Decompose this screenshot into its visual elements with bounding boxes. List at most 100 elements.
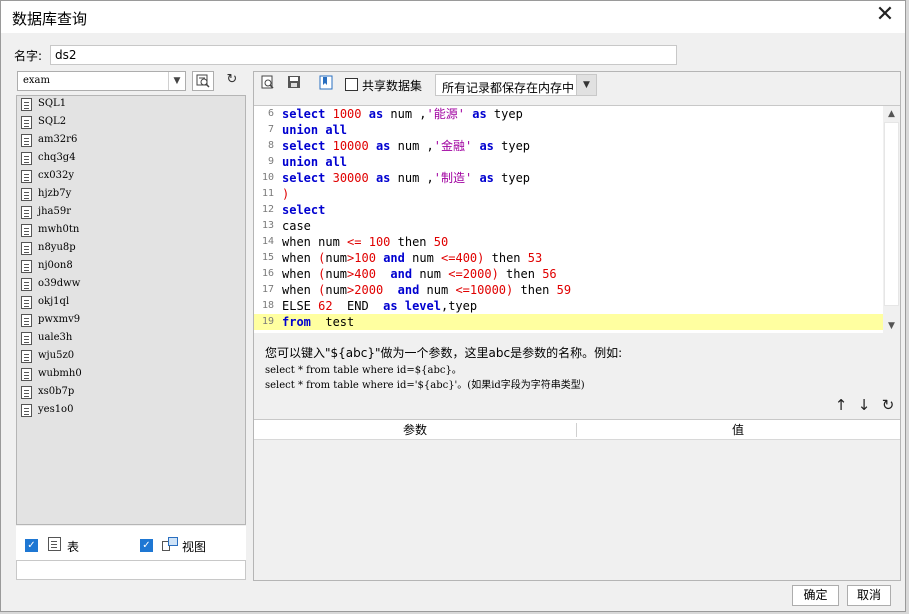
code-line[interactable]: 16 when (num>400 and num <=2000) then 56	[254, 266, 883, 282]
code-line[interactable]: 12 select	[254, 202, 883, 218]
table-icon	[21, 98, 32, 111]
code-token: '金融'	[433, 139, 473, 153]
cancel-button[interactable]: 取消	[847, 585, 891, 606]
code-line[interactable]: 8 select 10000 as num ,'金融' as tyep	[254, 138, 883, 154]
close-icon[interactable]: ✕	[875, 4, 895, 26]
table-list-item[interactable]: hjzb7y	[17, 186, 245, 204]
code-line[interactable]: 9 union all	[254, 154, 883, 170]
database-query-dialog: 数据库查询 ✕ 名字: exam ▼ ↻ SQL1 SQL2 am32r6 chq3g…	[0, 0, 906, 612]
code-line[interactable]: 19 from test	[254, 314, 883, 330]
table-icon	[21, 206, 32, 219]
code-text: case	[282, 218, 311, 234]
chevron-down-icon[interactable]: ▼	[576, 75, 596, 95]
scroll-thumb[interactable]	[884, 122, 899, 306]
table-icon	[21, 404, 32, 417]
search-table-button[interactable]	[192, 71, 214, 91]
preview-button[interactable]	[259, 75, 277, 93]
table-list-item[interactable]: okj1ql	[17, 294, 245, 312]
code-line[interactable]: 6 select 1000 as num ,'能源' as tyep	[254, 106, 883, 122]
scroll-up-icon[interactable]: ▲	[883, 106, 900, 122]
parameter-table: 参数 值	[254, 419, 900, 580]
move-up-icon[interactable]: ↑	[832, 396, 850, 414]
table-name: SQL2	[38, 116, 67, 127]
code-line[interactable]: 17 when (num>2000 and num <=10000) then 5…	[254, 282, 883, 298]
code-text: when (num>400 and num <=2000) then 56	[282, 266, 557, 282]
code-token: select	[282, 107, 326, 121]
table-filter-input[interactable]	[16, 560, 246, 580]
name-input[interactable]	[50, 45, 677, 65]
sql-editor[interactable]: 19 from test 18 ELSE 62 END as level,tyep 17…	[254, 105, 900, 333]
code-token: 100	[354, 251, 376, 265]
object-filter-area: ✓ 表 ✓ 视图	[16, 526, 246, 560]
table-list-item[interactable]: o39dww	[17, 276, 245, 294]
database-select[interactable]: exam ▼	[17, 71, 186, 91]
move-down-icon[interactable]: ↓	[855, 396, 873, 414]
preview-icon	[261, 75, 274, 89]
table-list-item[interactable]: cx032y	[17, 168, 245, 186]
table-name: cx032y	[38, 170, 74, 181]
table-list-item[interactable]: xs0b7p	[17, 384, 245, 402]
ok-button[interactable]: 确定	[792, 585, 839, 606]
code-text: union all	[282, 154, 347, 170]
code-token: 10000	[332, 139, 369, 153]
table-icon	[21, 314, 32, 327]
refresh-params-icon[interactable]: ↻	[879, 396, 897, 414]
table-list-item[interactable]: jha59r	[17, 204, 245, 222]
line-number: 13	[261, 220, 274, 231]
code-token: 2000	[354, 283, 384, 297]
table-list-item[interactable]: pwxmv9	[17, 312, 245, 330]
line-number: 16	[261, 268, 274, 279]
table-list-item[interactable]: wubmh0	[17, 366, 245, 384]
bookmark-button[interactable]	[317, 75, 335, 93]
code-line[interactable]: 18 ELSE 62 END as level,tyep	[254, 298, 883, 314]
table-icon	[21, 224, 32, 237]
table-list-item[interactable]: n8yu8p	[17, 240, 245, 258]
code-line[interactable]: 14 when num <= 100 then 50	[254, 234, 883, 250]
chevron-down-icon[interactable]: ▼	[168, 72, 185, 90]
editor-scrollbar[interactable]: ▲ ▼	[883, 106, 900, 333]
table-icon	[21, 350, 32, 363]
table-list-item[interactable]: SQL1	[17, 96, 245, 114]
view-checkbox[interactable]: ✓	[140, 539, 153, 552]
code-token: as	[375, 171, 391, 185]
line-number: 14	[261, 236, 274, 247]
table-icon	[21, 116, 32, 129]
table-checkbox-label: 表	[67, 540, 80, 554]
code-text: select 10000 as num ,'金融' as tyep	[282, 138, 530, 154]
code-token: )	[491, 267, 499, 281]
share-dataset-checkbox[interactable]	[345, 78, 358, 91]
code-token: 1000	[332, 107, 362, 121]
table-icon	[21, 278, 32, 291]
table-list-item[interactable]: uale3h	[17, 330, 245, 348]
table-list-item[interactable]: yes1o0	[17, 402, 245, 420]
code-line[interactable]: 7 union all	[254, 122, 883, 138]
save-button[interactable]	[285, 75, 303, 93]
table-name: wubmh0	[38, 368, 82, 379]
code-token: union all	[282, 155, 348, 169]
table-list-item[interactable]: wju5z0	[17, 348, 245, 366]
table-list-item[interactable]: nj0on8	[17, 258, 245, 276]
value-column-header[interactable]: 值	[577, 420, 899, 440]
param-column-header[interactable]: 参数	[254, 420, 576, 440]
table-list-item[interactable]: mwh0tn	[17, 222, 245, 240]
table-icon	[21, 170, 32, 183]
code-line[interactable]: 15 when (num>100 and num <=400) then 53	[254, 250, 883, 266]
help-text-3: select * from table where id='${abc}'。(如…	[265, 380, 585, 391]
code-line[interactable]: 11)	[254, 186, 883, 202]
table-name: am32r6	[38, 134, 78, 145]
help-text-2: select * from table where id=${abc}。	[265, 365, 462, 376]
code-line[interactable]: 10 select 30000 as num ,'制造' as tyep	[254, 170, 883, 186]
table-list-item[interactable]: SQL2	[17, 114, 245, 132]
table-checkbox[interactable]: ✓	[25, 539, 38, 552]
share-dataset-label: 共享数据集	[362, 79, 423, 93]
table-list-item[interactable]: chq3g4	[17, 150, 245, 168]
code-text: from test	[282, 314, 354, 330]
code-token: num	[325, 283, 348, 297]
code-line[interactable]: 13 case	[254, 218, 883, 234]
refresh-button[interactable]: ↻	[221, 71, 243, 91]
scroll-down-icon[interactable]: ▼	[883, 318, 900, 333]
table-list-item[interactable]: am32r6	[17, 132, 245, 150]
table-icon	[21, 386, 32, 399]
code-token: 62	[318, 299, 333, 313]
memory-mode-select[interactable]: 所有记录都保存在内存中 ▼	[435, 74, 597, 96]
